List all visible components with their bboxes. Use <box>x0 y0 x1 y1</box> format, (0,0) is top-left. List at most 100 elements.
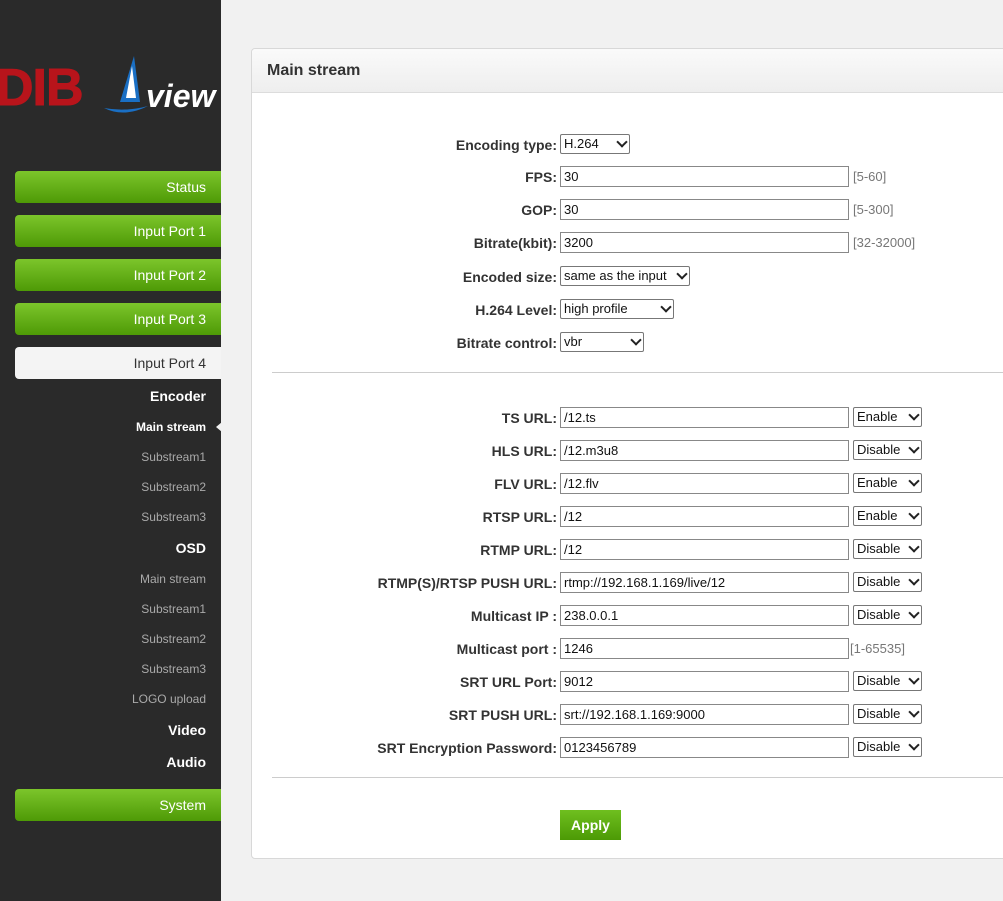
srt-port-state-select[interactable]: Disable <box>853 671 922 691</box>
hls-url-input[interactable] <box>560 440 849 461</box>
nav-audio-heading[interactable]: Audio <box>0 754 206 770</box>
rtsp-url-state: Enable <box>857 508 898 523</box>
h264-level-row: H.264 Level: high profile <box>252 299 1003 321</box>
nav-input-port-3-button[interactable]: Input Port 3 <box>15 303 221 335</box>
bitrate-input[interactable] <box>560 232 849 253</box>
gop-input[interactable] <box>560 199 849 220</box>
nav-input-port-2-button[interactable]: Input Port 2 <box>15 259 221 291</box>
encoded-size-label: Encoded size: <box>462 269 557 285</box>
rtmp-url-label: RTMP URL: <box>480 542 557 558</box>
chevron-down-icon <box>908 475 920 487</box>
bitrate-row: Bitrate(kbit): [32-32000] <box>252 232 1003 254</box>
hls-url-state: Disable <box>857 442 901 457</box>
multicast-port-label: Multicast port : <box>456 641 557 657</box>
nav-osd-substream1[interactable]: Substream1 <box>0 602 206 616</box>
sidebar: DIB view Status Input Port 1 Input Port … <box>0 0 222 901</box>
push-url-state-select[interactable]: Disable <box>853 572 922 592</box>
encoding-type-value: H.264 <box>564 136 599 151</box>
nav-video-heading[interactable]: Video <box>0 722 206 738</box>
srt-push-state: Disable <box>857 706 901 721</box>
gop-range: [5-300] <box>853 202 894 217</box>
encoding-type-select[interactable]: H.264 <box>560 134 630 154</box>
chevron-down-icon <box>676 268 688 280</box>
nav-status-button[interactable]: Status <box>15 171 221 203</box>
chevron-down-icon <box>908 706 920 718</box>
encoding-type-label: Encoding type: <box>455 137 557 153</box>
flv-url-state-select[interactable]: Enable <box>853 473 922 493</box>
apply-button[interactable]: Apply <box>560 810 621 840</box>
bitrate-control-label: Bitrate control: <box>456 335 557 351</box>
section-divider <box>272 777 1003 778</box>
hls-url-state-select[interactable]: Disable <box>853 440 922 460</box>
nav-encoder-substream1[interactable]: Substream1 <box>0 450 206 464</box>
bitrate-control-select[interactable]: vbr <box>560 332 644 352</box>
chevron-down-icon <box>660 301 672 313</box>
srt-password-input[interactable] <box>560 737 849 758</box>
rtsp-url-state-select[interactable]: Enable <box>853 506 922 526</box>
srt-push-row: SRT PUSH URL: Disable <box>252 704 1003 726</box>
ts-url-state-select[interactable]: Enable <box>853 407 922 427</box>
panel-title: Main stream <box>252 49 1003 93</box>
nav-system-button[interactable]: System <box>15 789 221 821</box>
rtmp-url-row: RTMP URL: Disable <box>252 539 1003 561</box>
rtsp-url-row: RTSP URL: Enable <box>252 506 1003 528</box>
nav-encoder-substream3[interactable]: Substream3 <box>0 510 206 524</box>
multicast-ip-input[interactable] <box>560 605 849 626</box>
rtmp-url-input[interactable] <box>560 539 849 560</box>
multicast-ip-label: Multicast IP : <box>470 608 557 624</box>
multicast-ip-state-select[interactable]: Disable <box>853 605 922 625</box>
gop-label: GOP: <box>521 202 557 218</box>
nav-encoder-main-stream[interactable]: Main stream <box>0 420 206 434</box>
flv-url-row: FLV URL: Enable <box>252 473 1003 495</box>
srt-push-state-select[interactable]: Disable <box>853 704 922 724</box>
push-url-state: Disable <box>857 574 901 589</box>
fps-input[interactable] <box>560 166 849 187</box>
rtsp-url-label: RTSP URL: <box>482 509 557 525</box>
encoded-size-select[interactable]: same as the input <box>560 266 690 286</box>
srt-port-input[interactable] <box>560 671 849 692</box>
multicast-port-range: [1-65535] <box>850 641 905 656</box>
chevron-down-icon <box>908 442 920 454</box>
hls-url-label: HLS URL: <box>491 443 557 459</box>
chevron-down-icon <box>908 574 920 586</box>
srt-password-state-select[interactable]: Disable <box>853 737 922 757</box>
multicast-ip-row: Multicast IP : Disable <box>252 605 1003 627</box>
nav-input-port-4-button[interactable]: Input Port 4 <box>15 347 221 379</box>
fps-row: FPS: [5-60] <box>252 166 1003 188</box>
chevron-down-icon <box>908 508 920 520</box>
multicast-port-input[interactable] <box>560 638 849 659</box>
rtmp-url-state: Disable <box>857 541 901 556</box>
nav-encoder-substream2[interactable]: Substream2 <box>0 480 206 494</box>
rtsp-url-input[interactable] <box>560 506 849 527</box>
h264-level-select[interactable]: high profile <box>560 299 674 319</box>
srt-push-label: SRT PUSH URL: <box>448 707 557 723</box>
srt-password-row: SRT Encryption Password: Disable <box>252 737 1003 759</box>
flv-url-input[interactable] <box>560 473 849 494</box>
nav-encoder-heading[interactable]: Encoder <box>0 388 206 404</box>
nav-osd-heading[interactable]: OSD <box>0 540 206 556</box>
bitrate-label: Bitrate(kbit): <box>473 235 557 251</box>
srt-port-row: SRT URL Port: Disable <box>252 671 1003 693</box>
encoded-size-row: Encoded size: same as the input <box>252 266 1003 288</box>
nav-osd-substream3[interactable]: Substream3 <box>0 662 206 676</box>
gop-row: GOP: [5-300] <box>252 199 1003 221</box>
nav-input-port-1-button[interactable]: Input Port 1 <box>15 215 221 247</box>
chevron-down-icon <box>630 334 642 346</box>
multicast-port-row: Multicast port : [1-65535] <box>252 638 1003 660</box>
srt-port-label: SRT URL Port: <box>460 674 557 690</box>
ts-url-label: TS URL: <box>501 410 557 426</box>
logo-text-view: view <box>146 78 216 114</box>
push-url-input[interactable] <box>560 572 849 593</box>
srt-push-input[interactable] <box>560 704 849 725</box>
rtmp-url-state-select[interactable]: Disable <box>853 539 922 559</box>
fps-label: FPS: <box>525 169 557 185</box>
nav-osd-substream2[interactable]: Substream2 <box>0 632 206 646</box>
chevron-down-icon <box>908 607 920 619</box>
multicast-ip-state: Disable <box>857 607 901 622</box>
nav-osd-logo-upload[interactable]: LOGO upload <box>0 692 206 706</box>
ts-url-row: TS URL: Enable <box>252 407 1003 429</box>
nav-osd-main-stream[interactable]: Main stream <box>0 572 206 586</box>
active-item-arrow-icon <box>216 422 222 432</box>
encoded-size-value: same as the input <box>564 268 667 283</box>
ts-url-input[interactable] <box>560 407 849 428</box>
